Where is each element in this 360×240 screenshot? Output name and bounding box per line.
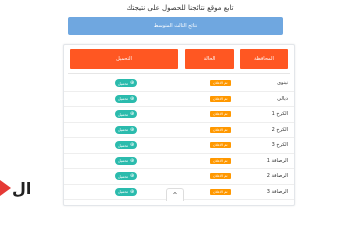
status-badge: تم الاعلان [210,95,231,102]
table-row: الكرخ 3 تم الاعلان تحميل ⊕ [64,138,294,154]
status-badge: تم الاعلان [210,126,231,133]
table-row: الرصافة 2 تم الاعلان تحميل ⊕ [64,169,294,185]
plus-circle-icon: ⊕ [130,142,135,148]
play-logo-icon [0,180,11,196]
governorate-name: ديالى [277,95,288,102]
download-label: تحميل [117,173,129,179]
status-badge: تم الاعلان [210,80,231,86]
table-row: ديالى تم الاعلان تحميل ⊕ [64,92,294,107]
results-card: المحافظة الحالة التحميل نينوى تم الاعلان… [63,44,295,206]
governorate-header-button[interactable]: المحافظة [240,49,288,69]
table-row: نينوى تم الاعلان تحميل ⊕ [64,76,294,92]
download-button[interactable]: تحميل ⊕ [115,79,137,87]
download-label: تحميل [117,189,129,194]
governorate-name: الكرخ 2 [271,126,288,133]
table-row: الرصافة 1 تم الاعلان تحميل ⊕ [64,154,294,169]
download-button[interactable]: تحميل ⊕ [115,94,137,103]
table-row: الكرخ 1 تم الاعلان تحميل ⊕ [64,107,294,123]
download-button[interactable]: تحميل ⊕ [115,187,137,196]
download-label: تحميل [117,96,129,101]
scroll-up-button[interactable]: ⌃ [166,188,184,201]
plus-circle-icon: ⊕ [130,173,135,179]
download-header-button[interactable]: التحميل [70,49,178,69]
governorate-name: نينوى [277,80,288,87]
plus-circle-icon: ⊕ [130,111,135,117]
download-button[interactable]: تحميل ⊕ [115,125,137,134]
download-label: تحميل [117,111,129,117]
intro-text: تابع موقع نتائجنا للحصول على نتيجتك [126,4,234,12]
governorate-name: الكرخ 1 [271,111,288,118]
results-table: نينوى تم الاعلان تحميل ⊕ ديالى تم الاعلان… [64,76,294,200]
plus-circle-icon: ⊕ [130,188,135,195]
governorate-name: الكرخ 3 [271,142,288,149]
download-label: تحميل [117,158,129,163]
chevron-up-icon: ⌃ [171,190,179,200]
governorate-name: الرصافة 3 [266,188,288,195]
download-button[interactable]: تحميل ⊕ [115,156,137,165]
status-badge: تم الاعلان [210,157,231,164]
download-label: تحميل [117,127,129,132]
governorate-name: الرصافة 1 [266,157,288,164]
plus-circle-icon: ⊕ [130,157,135,164]
stage-results-button[interactable]: نتائج الثالث المتوسط [68,17,283,35]
plus-circle-icon: ⊕ [130,80,135,86]
governorate-name: الرصافة 2 [266,173,288,180]
download-label: تحميل [117,80,129,86]
table-row: الكرخ 2 تم الاعلان تحميل ⊕ [64,123,294,138]
download-label: تحميل [117,142,129,148]
logo-mark: ال [12,178,32,198]
site-logo[interactable]: ال [0,176,31,200]
download-button[interactable]: تحميل ⊕ [115,141,137,149]
status-badge: تم الاعلان [210,188,231,195]
status-badge: تم الاعلان [210,111,231,117]
plus-circle-icon: ⊕ [130,126,135,133]
status-header-button[interactable]: الحالة [185,49,234,69]
download-button[interactable]: تحميل ⊕ [115,172,137,180]
status-badge: تم الاعلان [210,173,231,179]
status-badge: تم الاعلان [210,142,231,148]
header-divider [68,73,290,74]
download-button[interactable]: تحميل ⊕ [115,110,137,118]
plus-circle-icon: ⊕ [130,95,135,102]
